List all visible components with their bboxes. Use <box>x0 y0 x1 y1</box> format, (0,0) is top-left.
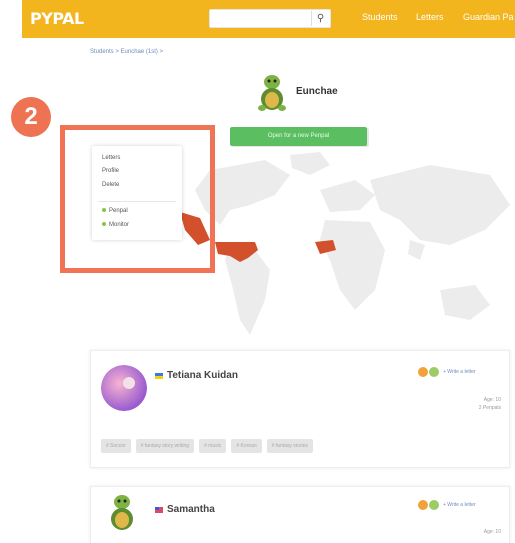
flag-icon <box>155 373 163 379</box>
interest-tags: # Soccer # fantasy story writing # music… <box>101 439 314 453</box>
nav-students[interactable]: Students <box>362 12 398 22</box>
status-circle-icon <box>429 500 439 510</box>
turtle-avatar <box>258 75 286 111</box>
status-circle-icon <box>418 367 428 377</box>
user-avatar <box>101 365 147 411</box>
profile-name: Eunchae <box>296 86 338 97</box>
breadcrumb[interactable]: Students > Eunchae (1st) > <box>90 49 163 55</box>
nav-guardian[interactable]: Guardian Pa <box>463 12 514 22</box>
interest-tag[interactable]: # Soccer <box>101 439 131 453</box>
penpal-age: Age: 10 <box>483 397 501 403</box>
nav-letters[interactable]: Letters <box>416 12 444 22</box>
open-for-penpal-button[interactable]: Open for a new Penpal <box>230 127 367 146</box>
step-badge: 2 <box>11 97 51 137</box>
highlight-box <box>60 125 215 273</box>
interest-tag[interactable]: # Korean <box>231 439 262 453</box>
interest-tag[interactable]: # fantasy stories <box>266 439 314 453</box>
search-input[interactable]: ⚲ <box>209 9 331 28</box>
world-map <box>180 152 510 335</box>
flag-icon <box>155 507 163 513</box>
write-letter-link[interactable]: + Write a letter <box>443 369 476 375</box>
search-icon[interactable]: ⚲ <box>311 11 329 26</box>
penpal-card[interactable]: Samantha + Write a letter Age: 10 <box>90 486 510 543</box>
turtle-avatar <box>111 495 133 530</box>
top-navigation-bar: PYPAL ⚲ Students Letters Guardian Pa <box>22 0 515 38</box>
interest-tag[interactable]: # music <box>199 439 227 453</box>
write-letter-link[interactable]: + Write a letter <box>443 502 476 508</box>
penpal-age: Age: 10 <box>483 529 501 535</box>
status-circle-icon <box>418 500 428 510</box>
status-circle-icon <box>429 367 439 377</box>
interest-tag[interactable]: # fantasy story writing <box>135 439 195 453</box>
penpal-count: 2 Penpals <box>478 405 501 411</box>
penpal-name[interactable]: Tetiana Kuidan <box>167 370 238 381</box>
app-logo[interactable]: PYPAL <box>30 9 84 28</box>
penpal-name[interactable]: Samantha <box>167 504 215 515</box>
penpal-card[interactable]: Tetiana Kuidan + Write a letter Age: 10 … <box>90 350 510 468</box>
